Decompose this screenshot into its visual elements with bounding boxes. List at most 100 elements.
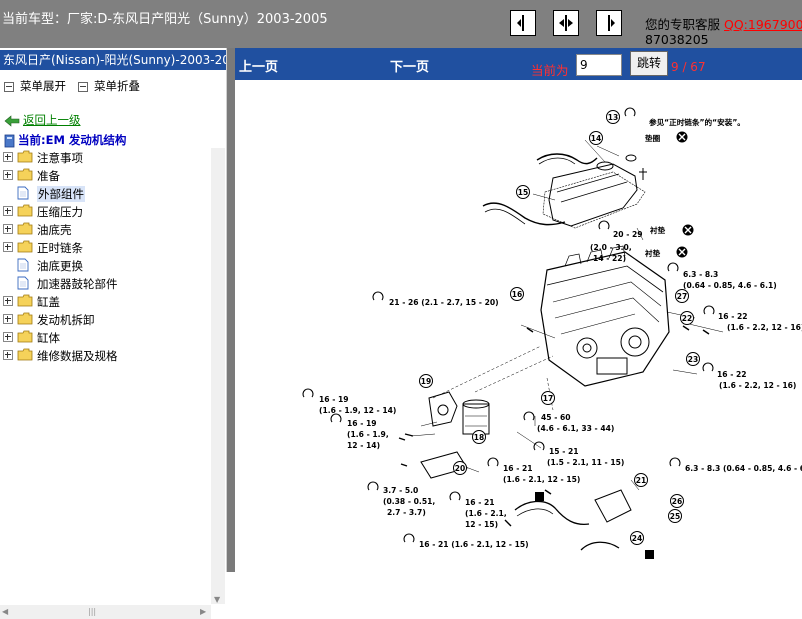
tree-item[interactable]: 缸盖	[0, 292, 212, 310]
page-toolbar: 上一页 下一页 当前为 跳转 9 / 67	[235, 48, 802, 80]
tree-item[interactable]: 准备	[0, 166, 212, 184]
callout-19: 19	[419, 374, 433, 388]
scroll-right-icon[interactable]: ▶	[200, 607, 206, 616]
support-number: 87038205	[645, 32, 709, 47]
liner-label-2: 衬垫	[645, 248, 661, 258]
top-bar: 当前车型：厂家:D-东风日产阳光（Sunny）2003-2005 您的专职客服 …	[0, 0, 802, 48]
expand-plus-icon[interactable]	[3, 296, 13, 306]
tree-item[interactable]: 注意事项	[0, 148, 212, 166]
torque-label: 16 - 22	[718, 312, 748, 321]
nav-first-icon-button[interactable]	[510, 10, 536, 36]
callout-14: 14	[589, 131, 603, 145]
current-page-label: 当前为	[531, 63, 569, 78]
sealant-icon	[535, 492, 544, 501]
menu-expand-all[interactable]: 菜单展开	[4, 78, 66, 94]
callout-25: 25	[668, 509, 682, 523]
expand-plus-icon[interactable]	[3, 206, 13, 216]
scroll-left-icon[interactable]: ◀	[2, 607, 8, 616]
tree-item[interactable]: 正时链条	[0, 238, 212, 256]
arrow-left-icon	[517, 15, 524, 31]
tree-item[interactable]: 外部组件	[0, 184, 212, 202]
next-page-button[interactable]: 下一页	[390, 56, 429, 75]
menu-collapse-all[interactable]: 菜单折叠	[78, 78, 140, 94]
nav-last-icon-button[interactable]	[596, 10, 622, 36]
page-number-input[interactable]	[576, 54, 622, 76]
tree-item[interactable]: 油底更换	[0, 256, 212, 274]
tree-item-label: 维修数据及规格	[37, 349, 118, 363]
support-label: 您的专职客服	[645, 17, 721, 32]
jump-button[interactable]: 跳转	[630, 51, 668, 76]
torque-label: 16 - 21	[503, 464, 533, 473]
current-section-label: 当前:EM 发动机结构	[18, 133, 127, 147]
tree-item[interactable]: 发动机拆卸	[0, 310, 212, 328]
callout-22: 22	[680, 311, 694, 325]
engine-exploded-diagram: 13 14 15 16 17 18 19 20 21 22 23 24 25 2…	[302, 107, 802, 559]
folder-icon	[17, 330, 33, 343]
page-icon	[17, 186, 29, 200]
tree-item-label: 压缩压力	[37, 205, 83, 219]
nav-center-icon-button[interactable]	[553, 10, 579, 36]
expand-plus-icon[interactable]	[3, 332, 13, 342]
car-prefix: 当前车型：	[2, 12, 68, 27]
callout-23: 23	[686, 352, 700, 366]
diagram-area: 13 14 15 16 17 18 19 20 21 22 23 24 25 2…	[235, 80, 802, 572]
qq-link[interactable]: QQ:1967900	[724, 17, 802, 32]
torque-label: 21 - 26 (2.1 - 2.7, 15 - 20)	[389, 298, 499, 307]
callout-16: 16	[510, 287, 524, 301]
menu-collapse-label: 菜单折叠	[94, 79, 140, 93]
arrows-split-icon	[559, 15, 573, 31]
folder-icon	[17, 168, 33, 181]
expand-plus-icon[interactable]	[3, 152, 13, 162]
back-link[interactable]: 返回上一级	[4, 112, 81, 128]
svg-text:22: 22	[682, 314, 692, 323]
panel-splitter[interactable]	[227, 48, 235, 572]
page-count: 9 / 67	[671, 60, 706, 74]
torque-label: 6.3 - 8.3 (0.64 - 0.85, 4.6 - 6.1)	[685, 464, 802, 473]
tree-item[interactable]: 维修数据及规格	[0, 346, 212, 364]
svg-text:20: 20	[455, 464, 465, 473]
torque-label: (2.0 - 3.0,	[590, 243, 632, 252]
expand-plus-icon[interactable]	[3, 242, 13, 252]
torque-label: 16 - 22	[717, 370, 747, 379]
page-icon	[17, 276, 29, 290]
page-icon	[17, 258, 29, 272]
torque-label: (1.6 - 1.9,	[347, 430, 389, 439]
tree-horizontal-scrollbar[interactable]: ◀ ||| ▶	[0, 605, 211, 619]
svg-text:23: 23	[688, 355, 698, 364]
svg-text:18: 18	[474, 433, 484, 442]
scroll-down-icon[interactable]: ▼	[214, 595, 220, 604]
expand-plus-icon[interactable]	[3, 170, 13, 180]
liner-label-1: 衬垫	[650, 225, 666, 235]
torque-label: 45 - 60	[541, 413, 571, 422]
svg-text:16: 16	[512, 290, 522, 299]
svg-text:14: 14	[591, 134, 601, 143]
svg-text:24: 24	[632, 534, 642, 543]
expand-plus-icon[interactable]	[3, 314, 13, 324]
expand-box-icon	[4, 81, 14, 92]
tree-item[interactable]: 缸体	[0, 328, 212, 346]
tree-item[interactable]: 油底壳	[0, 220, 212, 238]
svg-text:27: 27	[677, 292, 687, 301]
tree-item[interactable]: 加速器鼓轮部件	[0, 274, 212, 292]
callout-17: 17	[541, 391, 555, 405]
current-car-label: 当前车型：厂家:D-东风日产阳光（Sunny）2003-2005	[2, 8, 328, 27]
expand-plus-icon[interactable]	[3, 350, 13, 360]
callout-26: 26	[670, 494, 684, 508]
svg-text:21: 21	[636, 476, 646, 485]
torque-label: (1.6 - 2.1,	[465, 509, 507, 518]
callout-27: 27	[675, 289, 689, 303]
scroll-grip-icon[interactable]: |||	[88, 607, 96, 616]
car-name: 厂家:D-东风日产阳光（Sunny）2003-2005	[67, 12, 328, 27]
torque-label: (0.38 - 0.51,	[383, 497, 435, 506]
prev-page-button[interactable]: 上一页	[239, 56, 278, 75]
support-info: 您的专职客服 QQ:1967900	[645, 14, 802, 33]
svg-text:17: 17	[543, 394, 553, 403]
arrow-right-icon	[608, 15, 615, 31]
torque-label: (1.6 - 2.2, 12 - 16)	[719, 381, 796, 390]
torque-label: 20 - 29	[613, 230, 643, 239]
tree-vertical-scrollbar[interactable]: ▼	[211, 148, 225, 604]
tree-item-label: 油底壳	[37, 223, 72, 237]
svg-text:15: 15	[518, 188, 528, 197]
tree-item[interactable]: 压缩压力	[0, 202, 212, 220]
expand-plus-icon[interactable]	[3, 224, 13, 234]
